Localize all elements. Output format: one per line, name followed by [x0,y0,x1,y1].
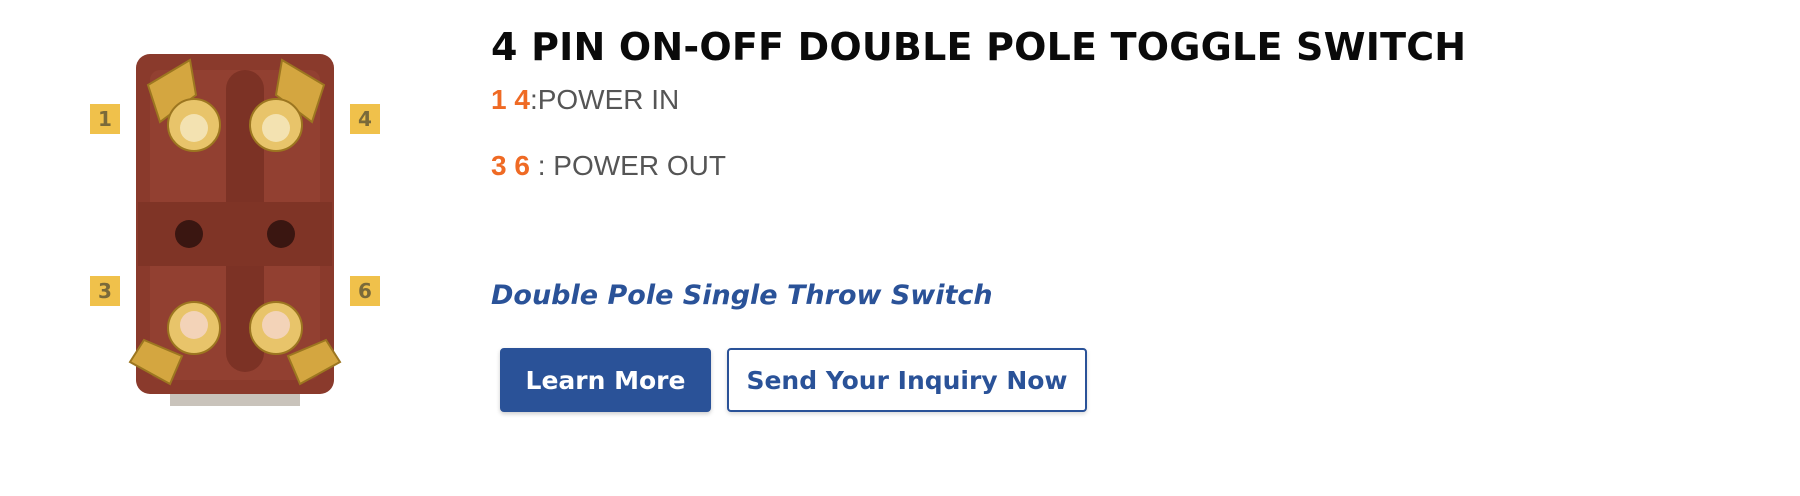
pin-numbers: 1 4 [491,84,530,115]
product-details: 4 PIN ON-OFF DOUBLE POLE TOGGLE SWITCH 1… [491,18,1491,412]
pin-numbers: 3 6 [491,150,530,181]
pin-separator: : [529,150,554,181]
product-image: 1 4 3 6 [90,40,390,420]
mounting-hole-right [267,220,295,248]
svg-text:4: 4 [358,107,372,131]
pin-description: POWER IN [537,84,680,115]
pin-label-6: 6 [350,276,380,306]
pin-label-1: 1 [90,104,120,134]
product-title: 4 PIN ON-OFF DOUBLE POLE TOGGLE SWITCH [491,25,1467,69]
pin-row-power-out: 3 6 : POWER OUT [491,146,1491,186]
pin-label-4: 4 [350,104,380,134]
pin-row-power-in: 1 4:POWER IN [491,80,1491,120]
svg-text:6: 6 [358,279,372,303]
mounting-hole-left [175,220,203,248]
switch-mounting-band [138,202,332,266]
switch-base [170,394,300,406]
action-buttons: Learn More Send Your Inquiry Now [491,348,1087,412]
pin-description: POWER OUT [553,150,726,181]
send-inquiry-button[interactable]: Send Your Inquiry Now [727,348,1087,412]
svg-text:3: 3 [98,279,112,303]
svg-text:1: 1 [98,107,112,131]
pin-separator: : [529,84,538,115]
toggle-switch-illustration: 1 4 3 6 [90,54,380,406]
product-subtitle: Double Pole Single Throw Switch [491,280,993,311]
learn-more-button[interactable]: Learn More [500,348,711,412]
pin-label-3: 3 [90,276,120,306]
